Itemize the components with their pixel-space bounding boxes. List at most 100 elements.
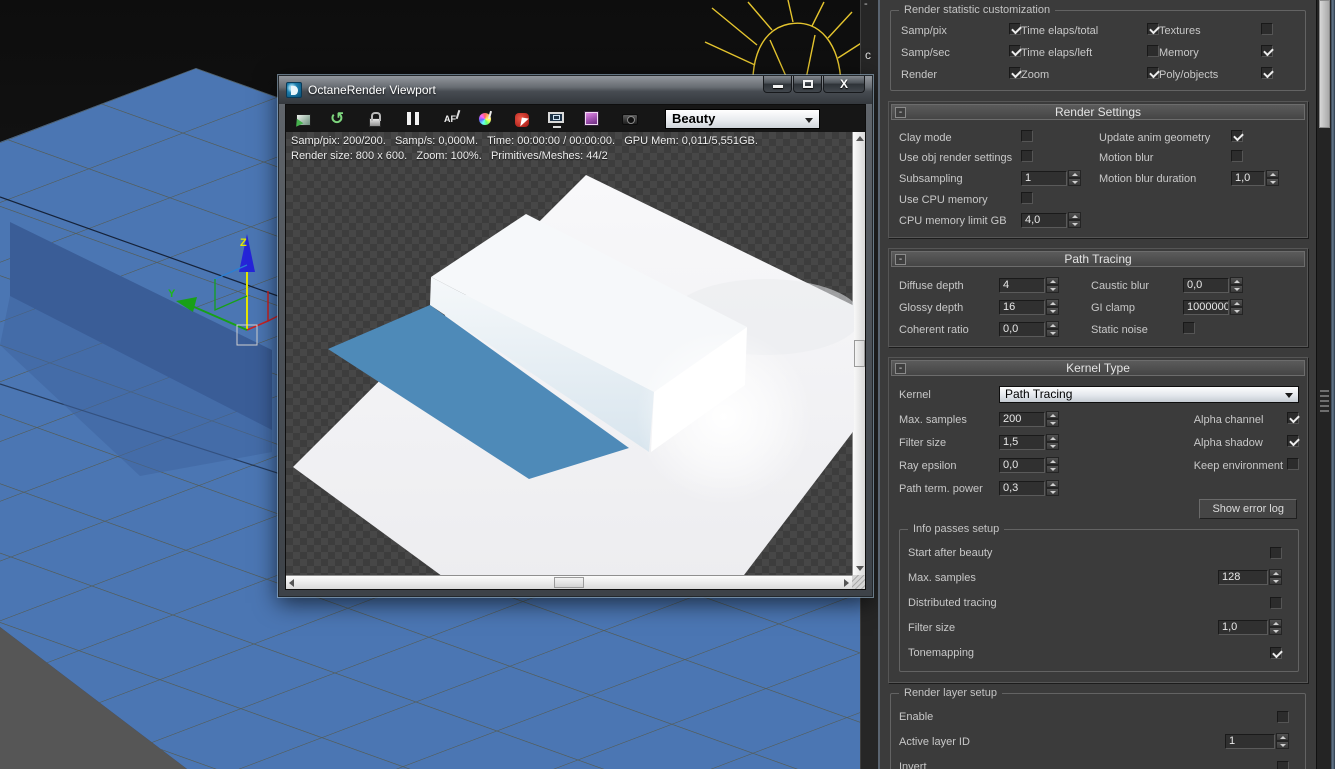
close-icon: X — [824, 76, 864, 92]
pick-focus-icon[interactable] — [515, 113, 529, 127]
checkbox-alpha-shadow[interactable] — [1287, 435, 1299, 447]
active-layer-id-spinner[interactable] — [1276, 733, 1289, 750]
checkbox-motion-blur[interactable] — [1231, 150, 1243, 162]
caustic-blur-spinner[interactable] — [1230, 277, 1243, 294]
diffuse-depth-spinner[interactable] — [1046, 277, 1059, 294]
maximize-button[interactable] — [793, 76, 822, 93]
collapse-icon[interactable]: - — [895, 254, 906, 265]
caustic-blur-field[interactable]: 0,0 — [1183, 278, 1229, 293]
render-pass-dropdown[interactable]: Beauty — [665, 109, 820, 129]
ray-epsilon-field[interactable]: 0,0 — [999, 458, 1045, 473]
stat-label-memory: Memory — [1159, 47, 1259, 59]
window-titlebar[interactable]: OctaneRender Viewport X — [279, 76, 872, 104]
collapse-icon[interactable]: - — [895, 363, 906, 374]
resize-grip[interactable] — [852, 575, 865, 589]
cpu-memory-limit-spinner[interactable] — [1068, 212, 1081, 229]
info-max-samples-spinner[interactable] — [1269, 569, 1282, 586]
diffuse-depth-field[interactable]: 4 — [999, 278, 1045, 293]
checkbox-time-elaps-total[interactable] — [1147, 23, 1159, 35]
region-render-icon[interactable] — [585, 110, 603, 128]
render-canvas[interactable]: Samp/pix: 200/200. Samp/s: 0,000M. Time:… — [286, 132, 854, 575]
stat-label-samp-sec: Samp/sec — [901, 47, 987, 59]
checkbox-textures[interactable] — [1261, 23, 1273, 35]
checkbox-enable[interactable] — [1277, 711, 1289, 723]
max-samples-spinner[interactable] — [1046, 411, 1059, 428]
rollout-header-render-settings[interactable]: - Render Settings — [891, 104, 1305, 120]
pause-render-icon[interactable] — [404, 110, 422, 128]
scroll-left-arrow[interactable] — [286, 576, 299, 589]
panel-scrollbar-thumb[interactable] — [1319, 0, 1330, 128]
checkbox-use-obj-render-settings[interactable] — [1021, 150, 1033, 162]
cpu-memory-limit-field[interactable]: 4,0 — [1021, 213, 1067, 228]
ray-epsilon-spinner[interactable] — [1046, 457, 1059, 474]
checkbox-poly-objects[interactable] — [1261, 67, 1273, 79]
vertical-scroll-thumb[interactable] — [854, 340, 865, 367]
lock-icon[interactable] — [367, 110, 385, 128]
gi-clamp-field[interactable]: 1000000, — [1183, 300, 1229, 315]
window-title: OctaneRender Viewport — [308, 83, 436, 97]
horizontal-scrollbar[interactable] — [286, 575, 852, 589]
info-filter-size-spinner[interactable] — [1269, 619, 1282, 636]
glossy-depth-field[interactable]: 16 — [999, 300, 1045, 315]
autofocus-icon[interactable]: AF — [441, 110, 459, 128]
checkbox-invert[interactable] — [1277, 761, 1289, 769]
info-filter-size-field[interactable]: 1,0 — [1218, 620, 1268, 635]
motion-blur-duration-spinner[interactable] — [1266, 170, 1279, 187]
filter-size-spinner[interactable] — [1046, 434, 1059, 451]
checkbox-tonemapping[interactable] — [1270, 647, 1282, 659]
restart-render-icon[interactable]: ↺ — [330, 110, 348, 128]
checkbox-render[interactable] — [1009, 67, 1021, 79]
checkbox-time-elaps-left[interactable] — [1147, 45, 1159, 57]
checkbox-start-after-beauty[interactable] — [1270, 547, 1282, 559]
fit-screen-icon[interactable] — [548, 110, 566, 128]
checkbox-update-anim-geometry[interactable] — [1231, 130, 1243, 142]
filter-size-field[interactable]: 1,5 — [999, 435, 1045, 450]
group-info-passes-setup: Info passes setup Start after beauty Max… — [899, 529, 1299, 672]
scroll-up-arrow[interactable] — [853, 132, 866, 145]
stat-label-render: Render — [901, 69, 987, 81]
scroll-down-arrow[interactable] — [853, 562, 866, 575]
motion-blur-duration-field[interactable]: 1,0 — [1231, 171, 1265, 186]
collapse-icon[interactable]: - — [895, 107, 906, 118]
show-error-log-button[interactable]: Show error log — [1199, 499, 1297, 519]
checkbox-samp-pix[interactable] — [1009, 23, 1021, 35]
rollout-title: Kernel Type — [1066, 361, 1130, 375]
rollout-header-path-tracing[interactable]: - Path Tracing — [891, 251, 1305, 267]
subsampling-spinner[interactable] — [1068, 170, 1081, 187]
group-title: Render statistic customization — [899, 4, 1055, 16]
checkbox-alpha-channel[interactable] — [1287, 412, 1299, 424]
checkbox-zoom[interactable] — [1147, 67, 1159, 79]
path-term-power-field[interactable]: 0,3 — [999, 481, 1045, 496]
checkbox-samp-sec[interactable] — [1009, 45, 1021, 57]
checkbox-distributed-tracing[interactable] — [1270, 597, 1282, 609]
rollout-header-kernel-type[interactable]: - Kernel Type — [891, 360, 1305, 376]
save-image-icon[interactable] — [296, 114, 311, 126]
octane-render-window[interactable]: OctaneRender Viewport X ↺ AF Beauty — [278, 75, 873, 597]
active-layer-id-field[interactable]: 1 — [1225, 734, 1275, 749]
subsampling-field[interactable]: 1 — [1021, 171, 1067, 186]
label-subsampling: Subsampling — [899, 173, 1021, 185]
camera-icon[interactable] — [622, 110, 640, 128]
stat-label-time-elaps-total: Time elaps/total — [1021, 25, 1125, 37]
label-update-anim-geometry: Update anim geometry — [1099, 132, 1231, 144]
checkbox-clay-mode[interactable] — [1021, 130, 1033, 142]
checkbox-memory[interactable] — [1261, 45, 1273, 57]
checkbox-keep-environment[interactable] — [1287, 458, 1299, 470]
label-motion-blur: Motion blur — [1099, 152, 1231, 164]
info-max-samples-field[interactable]: 128 — [1218, 570, 1268, 585]
coherent-ratio-spinner[interactable] — [1046, 321, 1059, 338]
glossy-depth-spinner[interactable] — [1046, 299, 1059, 316]
path-term-power-spinner[interactable] — [1046, 480, 1059, 497]
kernel-dropdown[interactable]: Path Tracing — [999, 386, 1299, 403]
max-samples-field[interactable]: 200 — [999, 412, 1045, 427]
horizontal-scroll-thumb[interactable] — [554, 577, 584, 588]
checkbox-use-cpu-memory[interactable] — [1021, 192, 1033, 204]
scroll-right-arrow[interactable] — [839, 576, 852, 589]
minimize-button[interactable] — [763, 76, 792, 93]
gi-clamp-spinner[interactable] — [1230, 299, 1243, 316]
white-balance-icon[interactable] — [478, 110, 496, 128]
checkbox-static-noise[interactable] — [1183, 322, 1195, 334]
panel-drag-grip[interactable] — [1320, 390, 1329, 414]
coherent-ratio-field[interactable]: 0,0 — [999, 322, 1045, 337]
close-button[interactable]: X — [823, 76, 865, 93]
